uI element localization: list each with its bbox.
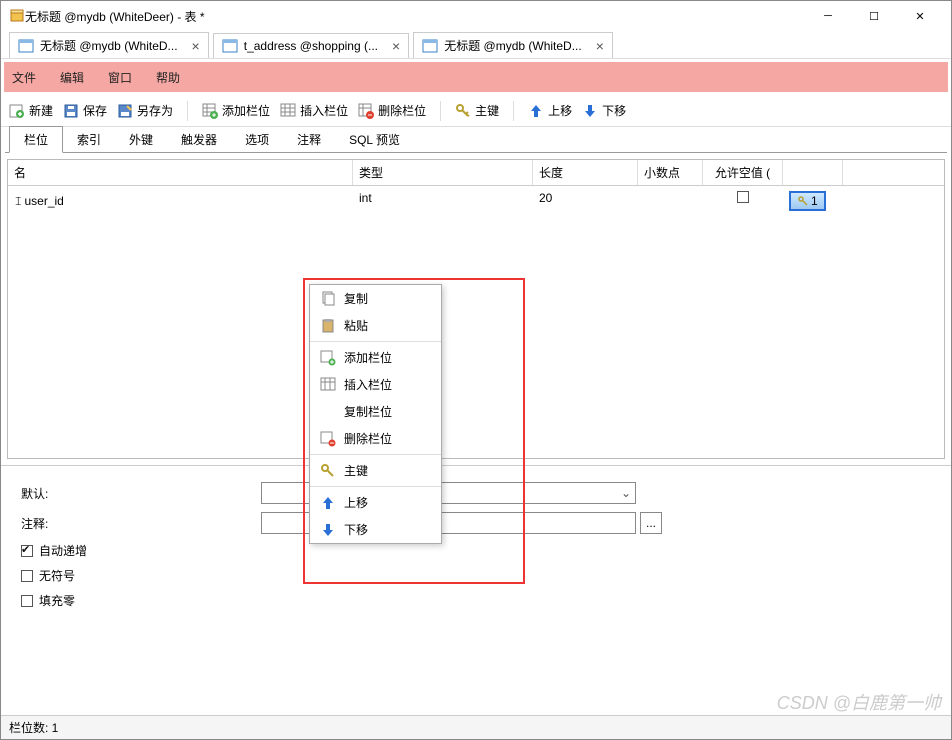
key-icon (320, 463, 336, 479)
down-icon (582, 103, 598, 119)
table-icon (422, 38, 438, 54)
del-col-icon (320, 431, 336, 447)
titlebar: 无标题 @mydb (WhiteDeer) - 表 * ─ ☐ ✕ (1, 1, 951, 31)
tab-options[interactable]: 选项 (231, 127, 283, 152)
minimize-button[interactable]: ─ (805, 2, 851, 30)
default-label: 默认: (21, 485, 261, 502)
doc-tab-label: t_address @shopping (... (244, 39, 378, 53)
up-icon (528, 103, 544, 119)
tab-fk[interactable]: 外键 (115, 127, 167, 152)
table-icon (222, 38, 238, 54)
col-pk[interactable] (783, 160, 843, 185)
ctx-copy[interactable]: 复制 (310, 285, 441, 312)
document-tab-strip: 无标题 @mydb (WhiteD... × t_address @shoppi… (1, 31, 951, 59)
ctx-del-col[interactable]: 删除栏位 (310, 425, 441, 452)
comment-label: 注释: (21, 515, 261, 532)
doc-tab[interactable]: 无标题 @mydb (WhiteD... × (9, 32, 209, 58)
table-row[interactable]: 𝙸user_id int 20 1 (8, 186, 944, 216)
insert-col-icon (320, 377, 336, 393)
context-menu: 复制 粘贴 添加栏位 插入栏位 复制栏位 删除栏位 主键 上移 下移 (309, 284, 442, 544)
comment-browse-button[interactable]: ... (640, 512, 662, 534)
tab-sql[interactable]: SQL 预览 (335, 127, 414, 152)
app-icon (9, 8, 25, 24)
move-up-button[interactable]: 上移 (528, 102, 572, 119)
watermark: CSDN @白鹿第一帅 (777, 689, 941, 715)
down-icon (320, 522, 336, 538)
doc-tab[interactable]: 无标题 @mydb (WhiteD... × (413, 32, 613, 58)
ctx-down[interactable]: 下移 (310, 516, 441, 543)
zerofill-check[interactable]: 填充零 (21, 592, 931, 609)
close-icon[interactable]: × (392, 38, 400, 54)
col-decimal[interactable]: 小数点 (638, 160, 703, 185)
maximize-button[interactable]: ☐ (851, 2, 897, 30)
saveas-button[interactable]: 另存为 (117, 102, 173, 119)
fields-grid: 名 类型 长度 小数点 允许空值 ( 𝙸user_id int 20 1 (7, 159, 945, 459)
window-title: 无标题 @mydb (WhiteDeer) - 表 * (25, 8, 205, 25)
menu-window[interactable]: 窗口 (108, 69, 132, 86)
close-button[interactable]: ✕ (897, 2, 943, 30)
delete-column-button[interactable]: 删除栏位 (358, 102, 426, 119)
col-null[interactable]: 允许空值 ( (703, 160, 783, 185)
doc-tab-label: 无标题 @mydb (WhiteD... (40, 37, 178, 54)
col-name[interactable]: 名 (8, 160, 353, 185)
statusbar: 栏位数: 1 (1, 715, 951, 739)
add-col-icon (202, 103, 218, 119)
cell-name[interactable]: user_id (24, 194, 63, 208)
save-button[interactable]: 保存 (63, 102, 107, 119)
cell-type[interactable]: int (353, 186, 533, 216)
key-icon (797, 195, 809, 207)
field-properties: 默认: 注释: ... 自动递增 无符号 填充零 (1, 465, 951, 625)
copy-icon (320, 291, 336, 307)
menu-help[interactable]: 帮助 (156, 69, 180, 86)
grid-header: 名 类型 长度 小数点 允许空值 ( (8, 160, 944, 186)
ctx-copy-col[interactable]: 复制栏位 (310, 398, 441, 425)
ctx-paste[interactable]: 粘贴 (310, 312, 441, 339)
save-icon (63, 103, 79, 119)
tab-comment[interactable]: 注释 (283, 127, 335, 152)
table-icon (18, 38, 34, 54)
up-icon (320, 495, 336, 511)
close-icon[interactable]: × (596, 38, 604, 54)
cell-null[interactable] (703, 186, 783, 216)
menu-file[interactable]: 文件 (12, 69, 36, 86)
ctx-up[interactable]: 上移 (310, 489, 441, 516)
key-icon (455, 103, 471, 119)
menu-edit[interactable]: 编辑 (60, 69, 84, 86)
cell-decimal[interactable] (638, 186, 703, 216)
doc-tab-label: 无标题 @mydb (WhiteD... (444, 37, 582, 54)
paste-icon (320, 318, 336, 334)
new-icon (9, 103, 25, 119)
unsigned-check[interactable]: 无符号 (21, 567, 931, 584)
move-down-button[interactable]: 下移 (582, 102, 626, 119)
close-icon[interactable]: × (192, 38, 200, 54)
status-col-count: 栏位数: 1 (9, 719, 58, 736)
cell-length[interactable]: 20 (533, 186, 638, 216)
tab-trigger[interactable]: 触发器 (167, 127, 231, 152)
primary-key-button[interactable]: 主键 (455, 102, 499, 119)
col-type[interactable]: 类型 (353, 160, 533, 185)
ctx-add-col[interactable]: 添加栏位 (310, 344, 441, 371)
doc-tab[interactable]: t_address @shopping (... × (213, 33, 409, 58)
add-column-button[interactable]: 添加栏位 (202, 102, 270, 119)
add-col-icon (320, 350, 336, 366)
designer-tabs: 栏位 索引 外键 触发器 选项 注释 SQL 预览 (5, 127, 947, 153)
cell-pk[interactable]: 1 (783, 186, 843, 216)
text-cursor-icon: 𝙸 (14, 194, 22, 209)
col-length[interactable]: 长度 (533, 160, 638, 185)
menubar: 文件 编辑 窗口 帮助 (4, 62, 948, 92)
insert-col-icon (280, 103, 296, 119)
ctx-insert-col[interactable]: 插入栏位 (310, 371, 441, 398)
new-button[interactable]: 新建 (9, 102, 53, 119)
insert-column-button[interactable]: 插入栏位 (280, 102, 348, 119)
ctx-pk[interactable]: 主键 (310, 457, 441, 484)
tab-fields[interactable]: 栏位 (9, 126, 63, 153)
saveas-icon (117, 103, 133, 119)
toolbar: 新建 保存 另存为 添加栏位 插入栏位 删除栏位 主键 上移 下移 (1, 95, 951, 127)
tab-index[interactable]: 索引 (63, 127, 115, 152)
del-col-icon (358, 103, 374, 119)
auto-increment-check[interactable]: 自动递增 (21, 542, 931, 559)
